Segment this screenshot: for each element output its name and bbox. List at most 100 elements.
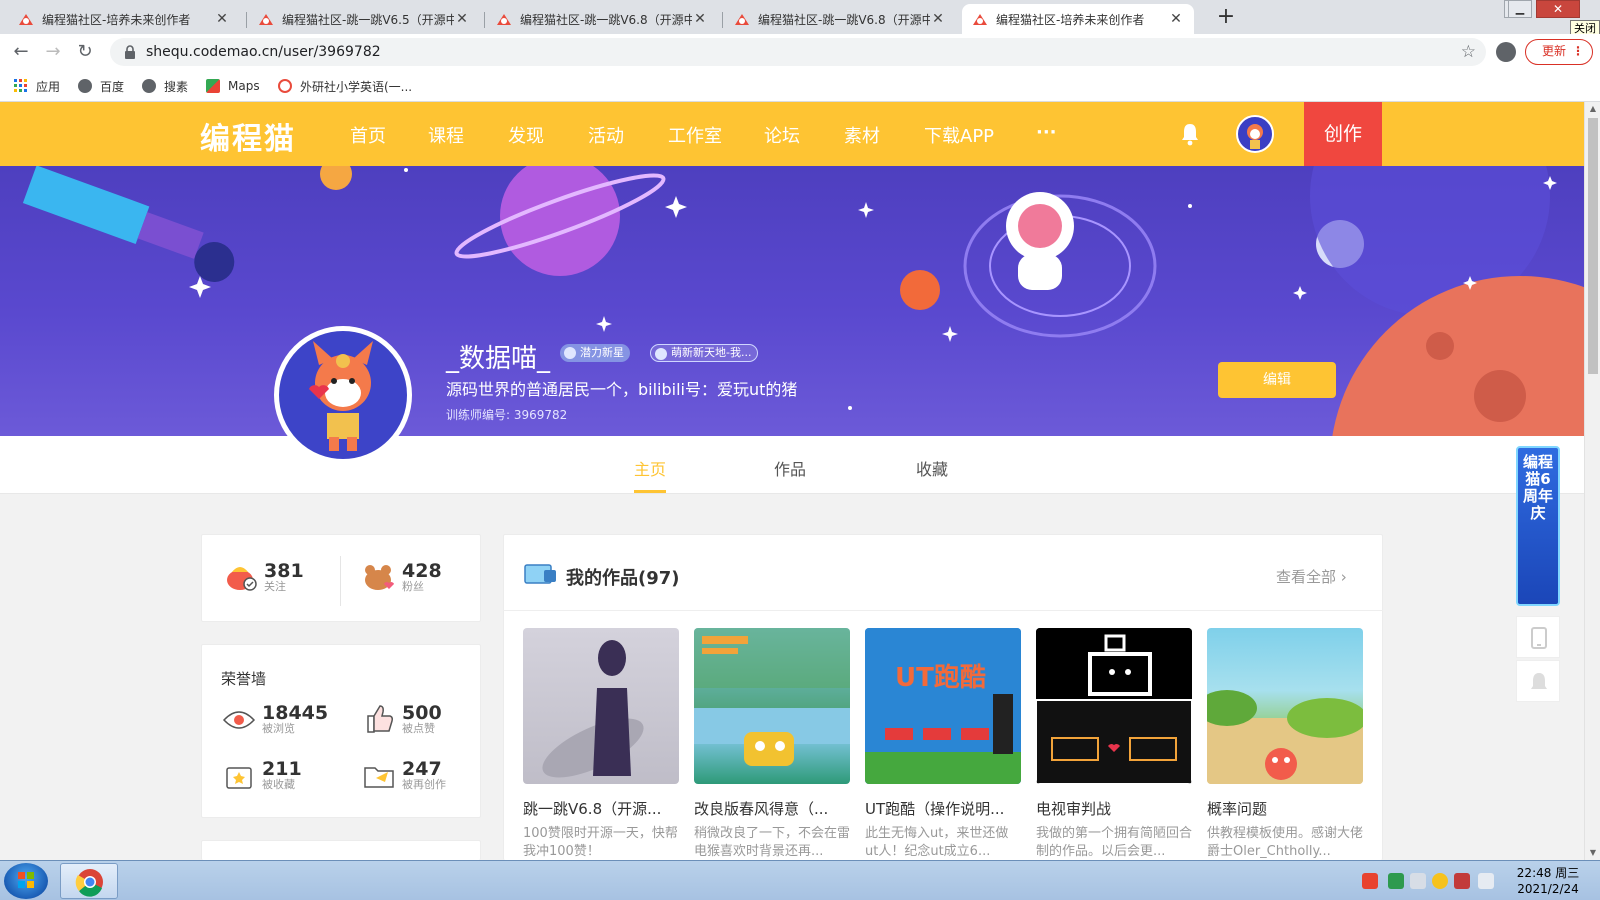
close-window-button[interactable]: ✕ (1536, 0, 1580, 18)
edit-profile-button[interactable]: 编辑 (1218, 362, 1336, 398)
profile-icon[interactable] (1496, 42, 1516, 62)
view-all-link[interactable]: 查看全部 › (1276, 566, 1347, 587)
security-shield-icon[interactable] (1388, 873, 1404, 889)
tab-home[interactable]: 主页 (634, 456, 666, 480)
studio-badge-icon (655, 348, 667, 360)
work-thumbnail[interactable]: UT跑酷 (865, 628, 1021, 784)
favorites-stat: 211 被收藏 (222, 758, 302, 792)
create-button[interactable]: 创作 (1304, 102, 1382, 166)
work-card[interactable]: UT跑酷 UT跑酷（操作说明... 此生无悔入ut，来世还做ut人！纪念ut成立… (865, 628, 1021, 861)
badge-potential-star[interactable]: 潜力新星 (560, 344, 630, 362)
tray-plus-icon[interactable] (1432, 873, 1448, 889)
mobile-app-button[interactable] (1516, 616, 1560, 658)
nav-forum[interactable]: 论坛 (764, 122, 800, 148)
work-thumbnail[interactable] (523, 628, 679, 784)
taskbar-chrome[interactable] (60, 863, 118, 899)
nav-materials[interactable]: 素材 (844, 122, 880, 148)
eye-icon (222, 711, 256, 729)
favorites-count: 211 (262, 758, 302, 780)
bell-icon[interactable] (1180, 122, 1200, 146)
jump-piece-illustration (542, 640, 644, 778)
update-button[interactable]: 更新 ⋮ (1525, 39, 1593, 65)
work-thumbnail[interactable] (1036, 628, 1192, 784)
works-title: 我的作品(97) (566, 568, 680, 589)
work-card[interactable]: 改良版春风得意（... 稍微改良了一下，不会在雷电猴喜欢时背景还再... (694, 628, 850, 861)
views-stat: 18445 被浏览 (222, 702, 328, 736)
forward-arrow-icon[interactable]: → (42, 41, 64, 63)
new-tab-button[interactable]: + (1214, 6, 1238, 30)
bookmark-star-icon[interactable]: ☆ (1461, 42, 1476, 62)
anniversary-ad-banner[interactable]: 编程猫6周年庆 (1516, 446, 1560, 606)
bookmark-search[interactable]: 搜素 (142, 77, 188, 95)
address-bar[interactable]: shequ.codemao.cn/user/3969782 ☆ (110, 38, 1486, 66)
work-title: 改良版春风得意（... (694, 800, 829, 818)
tray-app-icon[interactable] (1454, 873, 1470, 889)
browser-tab[interactable]: 编程猫社区-跳一跳V6.8（开源中 ✕ (486, 4, 718, 34)
volume-icon[interactable] (1478, 873, 1494, 889)
bookmark-apps[interactable]: 应用 (14, 77, 60, 95)
work-thumbnail[interactable] (694, 628, 850, 784)
nav-activities[interactable]: 活动 (588, 122, 624, 148)
work-card[interactable]: 概率问题 供教程模板使用。感谢大佬爵士Oler_Chtholly... (1207, 628, 1363, 861)
tab-works[interactable]: 作品 (774, 456, 806, 480)
bookmark-label: 搜素 (164, 79, 189, 94)
nav-courses[interactable]: 课程 (428, 122, 464, 148)
tab-close-icon[interactable]: ✕ (454, 11, 470, 27)
browser-tab[interactable]: 编程猫社区-跳一跳V6.8（开源中 ✕ (724, 4, 956, 34)
browser-tab[interactable]: 编程猫社区-培养未来创作者 ✕ (8, 4, 240, 34)
reload-icon[interactable]: ↻ (74, 41, 96, 63)
bookmark-baidu[interactable]: 百度 (78, 77, 124, 95)
bookmark-waiyanshe[interactable]: 外研社小学英语(一... (278, 77, 412, 95)
scroll-thumb[interactable] (1588, 118, 1598, 374)
notice-button[interactable] (1516, 660, 1560, 702)
remix-count: 247 (402, 758, 442, 780)
stats-divider (340, 556, 341, 606)
thumbs-up-icon (367, 705, 393, 733)
likes-stat: 500 被点赞 (362, 702, 442, 736)
browser-tab-active[interactable]: 编程猫社区-培养未来创作者 ✕ (962, 4, 1194, 34)
tab-title: 编程猫社区-培养未来创作者 (996, 12, 1145, 27)
network-icon[interactable] (1410, 873, 1426, 889)
remix-folder-icon (364, 767, 394, 788)
codemao-favicon-icon (497, 14, 511, 25)
page-scrollbar[interactable]: ▲ ▼ (1584, 102, 1600, 860)
fans-stat[interactable]: 428 粉丝 (362, 560, 442, 594)
badge-studio[interactable]: 萌新新天地-我... (650, 344, 759, 362)
badge-label: 萌新新天地-我... (671, 346, 752, 359)
nav-studio[interactable]: 工作室 (668, 122, 722, 148)
minimize-window-button[interactable]: ▁ (1508, 0, 1532, 18)
nav-home[interactable]: 首页 (350, 122, 386, 148)
tab-close-icon[interactable]: ✕ (214, 11, 230, 27)
sogou-input-icon[interactable] (1362, 873, 1378, 889)
work-card[interactable]: 电视审判战 我做的第一个拥有简陋回合制的作品。以后会更... (1036, 628, 1192, 861)
taskbar-clock[interactable]: 22:48 周三 2021/2/24 (1512, 865, 1584, 897)
site-header: 编程猫 首页 课程 发现 活动 工作室 论坛 素材 下载APP ··· 创作 (0, 102, 1584, 166)
user-avatar[interactable] (1236, 115, 1274, 153)
tab-close-icon[interactable]: ✕ (1168, 11, 1184, 27)
bookmark-maps[interactable]: Maps (206, 77, 260, 95)
following-stat[interactable]: 381 关注 (224, 560, 304, 594)
browser-tab[interactable]: 编程猫社区-跳一跳V6.5（开源中 ✕ (248, 4, 480, 34)
scroll-up-icon[interactable]: ▲ (1585, 102, 1600, 116)
tab-close-icon[interactable]: ✕ (692, 11, 708, 27)
works-folder-icon (524, 564, 556, 584)
scroll-down-icon[interactable]: ▼ (1585, 846, 1600, 860)
work-title: UT跑酷（操作说明... (865, 800, 1005, 818)
tab-title: 编程猫社区-跳一跳V6.8（开源中 (520, 12, 692, 27)
url-text: shequ.codemao.cn/user/3969782 (146, 44, 381, 60)
tab-favorites[interactable]: 收藏 (916, 456, 948, 480)
star-badge-icon (564, 347, 576, 359)
chrome-icon (75, 869, 103, 897)
codemao-logo[interactable]: 编程猫 (200, 114, 296, 158)
work-thumbnail[interactable] (1207, 628, 1363, 784)
bookmark-label: 应用 (36, 79, 61, 94)
tab-separator (484, 12, 485, 28)
work-card[interactable]: 跳一跳V6.8（开源... 100赞限时开源一天，快帮我冲100赞！ (523, 628, 679, 861)
nav-more[interactable]: ··· (1036, 122, 1057, 143)
tab-close-icon[interactable]: ✕ (930, 11, 946, 27)
start-button[interactable] (4, 863, 48, 899)
nav-discover[interactable]: 发现 (508, 122, 544, 148)
work-desc: 100赞限时开源一天，快帮我冲100赞！ (523, 826, 678, 859)
nav-download-app[interactable]: 下载APP (924, 122, 994, 148)
back-arrow-icon[interactable]: ← (10, 41, 32, 63)
